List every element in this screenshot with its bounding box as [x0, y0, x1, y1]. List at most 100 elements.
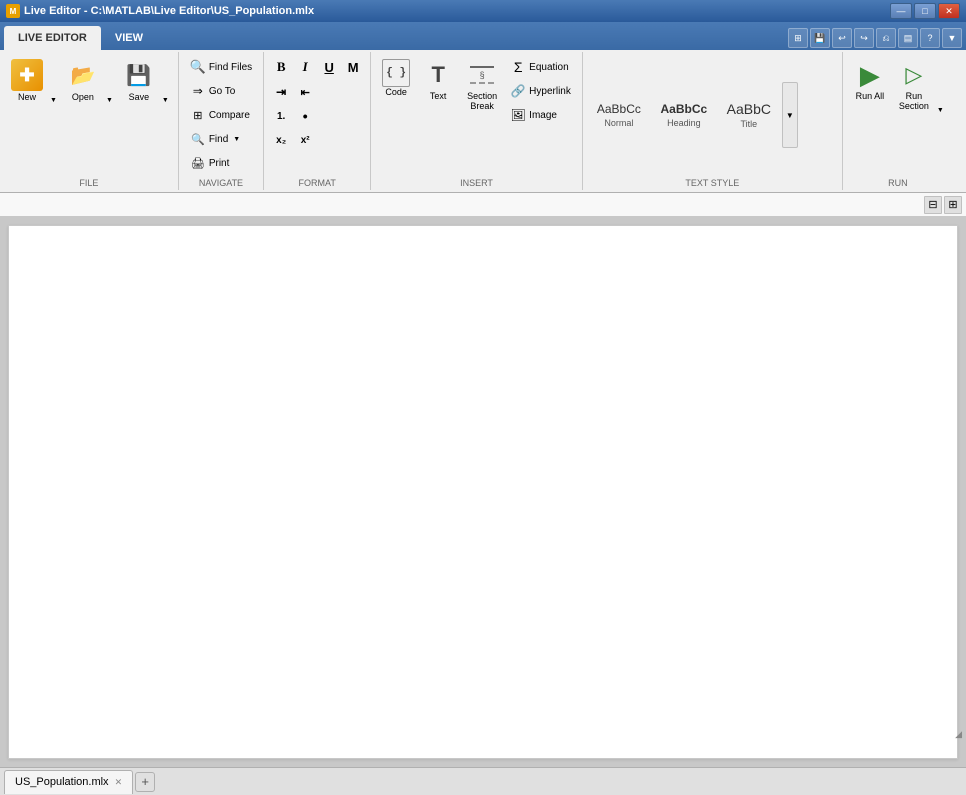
new-label: New: [18, 92, 36, 102]
icon6[interactable]: ▤: [898, 28, 918, 48]
print-icon: 🖨: [190, 155, 206, 171]
minimize-button[interactable]: —: [890, 3, 912, 19]
style-heading-button[interactable]: AaBbCc Heading: [652, 82, 716, 148]
save-dropdown-arrow: ▼: [162, 97, 169, 104]
editor-main[interactable]: [8, 225, 958, 759]
run-all-button[interactable]: ▶ Run All: [849, 56, 891, 105]
undo-icon[interactable]: ↩: [832, 28, 852, 48]
new-dropdown[interactable]: ▼: [47, 56, 60, 105]
ribbon-group-format: B I U M ⇥ ⇤ 1. • x₂ x² FORMAT: [264, 52, 371, 190]
title-bar-left: M Live Editor - C:\MATLAB\Live Editor\US…: [6, 4, 314, 18]
open-dropdown-arrow: ▼: [106, 97, 113, 104]
run-section-dropdown[interactable]: ▼: [934, 56, 947, 115]
print-button[interactable]: 🖨 Print: [185, 152, 257, 174]
insert-group-content: { } Code T Text § SectionBreak Σ: [375, 54, 578, 176]
find-files-button[interactable]: 🔍 Find Files: [185, 56, 257, 78]
file-group-label: FILE: [4, 176, 174, 188]
find-icon: 🔍: [190, 131, 206, 147]
ribbon-tabs-bar: LIVE EDITOR VIEW ⊞ 💾 ↩ ↪ ⎌ ▤ ? ▼: [0, 22, 966, 50]
hyperlink-icon: 🔗: [510, 83, 526, 99]
style-title-button[interactable]: AaBbC Title: [717, 82, 781, 148]
tab-us-population[interactable]: US_Population.mlx ✕: [4, 770, 133, 794]
compare-button[interactable]: ⊞ Compare: [185, 104, 257, 126]
navigate-group-content: 🔍 Find Files ⇒ Go To ⊞ Compare 🔍 Find ▼: [183, 54, 259, 176]
text-icon: T: [422, 59, 454, 91]
add-tab-button[interactable]: +: [135, 772, 155, 792]
save-split: 💾 Save ▼: [118, 56, 172, 105]
ribbon-right-icons: ⊞ 💾 ↩ ↪ ⎌ ▤ ? ▼: [788, 28, 966, 50]
style-normal-button[interactable]: AaBbCc Normal: [587, 82, 651, 148]
insert-small-col: Σ Equation 🔗 Hyperlink 🖼 Image: [505, 56, 576, 126]
file-group-content: ✚ New ▼ 📂 Open ▼: [4, 54, 174, 176]
superscript-button[interactable]: x²: [294, 129, 316, 151]
text-style-dropdown[interactable]: ▼: [782, 82, 798, 148]
toggle-view-button[interactable]: ⊞: [944, 196, 962, 214]
find-dropdown-arrow: ▼: [233, 136, 240, 143]
hyperlink-label: Hyperlink: [529, 86, 571, 97]
indent-increase-button[interactable]: ⇥: [270, 81, 292, 103]
run-section-button[interactable]: ▷ RunSection: [893, 56, 934, 115]
save-toolbar-icon[interactable]: 💾: [810, 28, 830, 48]
go-to-button[interactable]: ⇒ Go To: [185, 80, 257, 102]
code-button[interactable]: { } Code: [377, 56, 415, 101]
subscript-button[interactable]: x₂: [270, 129, 292, 151]
format-col: B I U M ⇥ ⇤ 1. • x₂ x²: [270, 56, 364, 151]
run-all-split: ▶ Run All: [849, 56, 891, 105]
new-button[interactable]: ✚ New: [6, 56, 47, 105]
split-view-button[interactable]: ⊟: [924, 196, 942, 214]
tab-view[interactable]: VIEW: [101, 26, 157, 50]
style-normal-preview: AaBbCc: [597, 102, 641, 116]
tab-label: US_Population.mlx: [15, 776, 109, 788]
editor-wrapper: [0, 217, 966, 767]
text-label: Text: [430, 92, 447, 102]
find-button[interactable]: 🔍 Find ▼: [185, 128, 257, 150]
text-style-content: AaBbCc Normal AaBbCc Heading AaBbC Title…: [587, 54, 838, 176]
style-title-label: Title: [741, 119, 758, 129]
open-dropdown[interactable]: ▼: [103, 56, 116, 105]
format-row2: ⇥ ⇤: [270, 81, 364, 103]
ribbon-group-navigate: 🔍 Find Files ⇒ Go To ⊞ Compare 🔍 Find ▼: [179, 52, 264, 190]
indent-decrease-button[interactable]: ⇤: [294, 81, 316, 103]
new-split: ✚ New ▼: [6, 56, 60, 105]
tab-live-editor[interactable]: LIVE EDITOR: [4, 26, 101, 50]
editor-toolbar: ⊟ ⊞: [0, 193, 966, 217]
style-title-preview: AaBbC: [727, 101, 771, 117]
italic-button[interactable]: I: [294, 56, 316, 78]
run-section-label: RunSection: [899, 92, 929, 112]
style-heading-preview: AaBbCc: [661, 102, 708, 116]
open-button[interactable]: 📂 Open: [62, 56, 103, 105]
format-row3: 1. •: [270, 105, 364, 127]
tab-close-button[interactable]: ✕: [115, 777, 123, 788]
run-all-label: Run All: [856, 92, 885, 102]
maximize-button[interactable]: □: [914, 3, 936, 19]
section-break-icon: §: [466, 59, 498, 91]
addon-icon[interactable]: ⊞: [788, 28, 808, 48]
run-section-dropdown-arrow: ▼: [937, 107, 944, 114]
section-break-button[interactable]: § SectionBreak: [461, 56, 503, 115]
ribbon-collapse-icon[interactable]: ▼: [942, 28, 962, 48]
ordered-list-button[interactable]: 1.: [270, 105, 292, 127]
save-dropdown[interactable]: ▼: [159, 56, 172, 105]
save-button[interactable]: 💾 Save: [118, 56, 159, 105]
format-m-button[interactable]: M: [342, 56, 364, 78]
redo-icon[interactable]: ↪: [854, 28, 874, 48]
unordered-list-button[interactable]: •: [294, 105, 316, 127]
text-button[interactable]: T Text: [417, 56, 459, 105]
new-icon: ✚: [11, 59, 43, 91]
bold-button[interactable]: B: [270, 56, 292, 78]
editor-area: ⊟ ⊞: [0, 193, 966, 767]
open-split: 📂 Open ▼: [62, 56, 116, 105]
equation-button[interactable]: Σ Equation: [505, 56, 576, 78]
resize-handle: ◢: [955, 729, 962, 740]
go-to-icon: ⇒: [190, 83, 206, 99]
help-icon[interactable]: ?: [920, 28, 940, 48]
icon5[interactable]: ⎌: [876, 28, 896, 48]
go-to-label: Go To: [209, 86, 236, 97]
underline-button[interactable]: U: [318, 56, 340, 78]
close-button[interactable]: ✕: [938, 3, 960, 19]
open-icon: 📂: [67, 59, 99, 91]
hyperlink-button[interactable]: 🔗 Hyperlink: [505, 80, 576, 102]
new-dropdown-arrow: ▼: [50, 97, 57, 104]
image-button[interactable]: 🖼 Image: [505, 104, 576, 126]
title-controls[interactable]: — □ ✕: [890, 3, 960, 19]
